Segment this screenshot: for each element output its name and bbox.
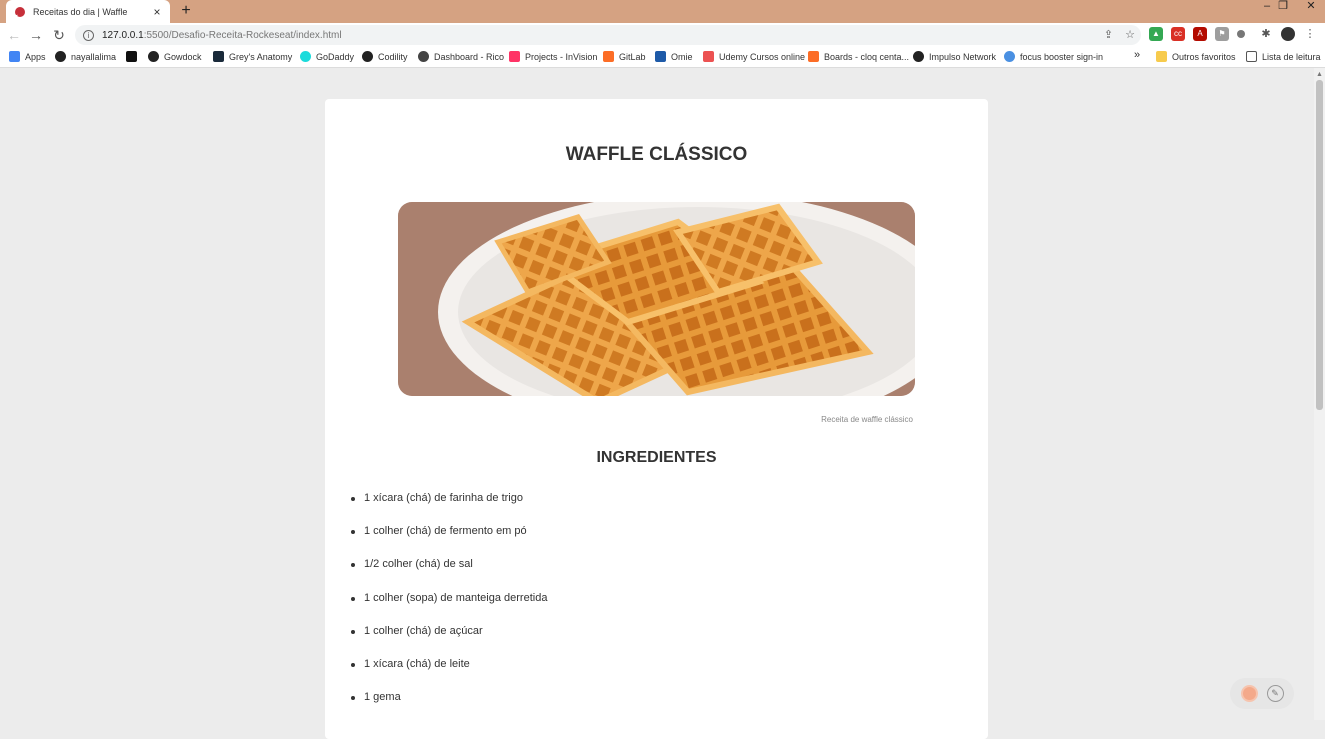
invision-icon	[509, 51, 520, 62]
udemy-icon	[703, 51, 714, 62]
bookmarks-overflow-button[interactable]: »	[1134, 49, 1140, 61]
ingredients-list: 1 xícara (chá) de farinha de trigo 1 col…	[351, 492, 547, 724]
bookmark-udemy[interactable]: Udemy Cursos online	[703, 51, 805, 62]
share-icon[interactable]: ⇪	[1104, 28, 1113, 41]
extension-dot-icon[interactable]	[1237, 30, 1245, 38]
bullet-icon	[351, 696, 355, 701]
godaddy-icon	[300, 51, 311, 62]
page-viewport: WAFFLE CLÁSSICO Receita de waffle clássi…	[0, 68, 1325, 739]
bookmark-omie[interactable]: Omie	[655, 51, 693, 62]
bookmark-godaddy[interactable]: GoDaddy	[300, 51, 354, 62]
drive-extension-icon[interactable]: ▲	[1149, 27, 1163, 41]
bullet-icon	[351, 563, 355, 568]
bookmark-boards[interactable]: Boards - cloq centa...	[808, 51, 909, 62]
waffle-illustration	[398, 202, 915, 396]
gitlab-icon	[808, 51, 819, 62]
ingredient-item: 1 colher (sopa) de manteiga derretida	[351, 592, 547, 625]
bookmark-blank[interactable]	[126, 51, 142, 62]
record-dot-icon[interactable]	[1240, 685, 1258, 702]
bookmark-other-folder[interactable]: Outros favoritos	[1156, 51, 1236, 62]
ingredient-item: 1 colher (chá) de açúcar	[351, 625, 547, 658]
github-icon	[55, 51, 66, 62]
maximize-button[interactable]: ❐	[1272, 0, 1294, 23]
profile-avatar[interactable]	[1281, 27, 1295, 41]
bookmark-site-icon	[213, 51, 224, 62]
gitlab-icon	[603, 51, 614, 62]
url-path: :5500/Desafio-Receita-Rockeseat/index.ht…	[143, 29, 342, 41]
bookmark-gowdock[interactable]: Gowdock	[148, 51, 202, 62]
extension-red-icon[interactable]: cc	[1171, 27, 1185, 41]
menu-kebab-icon[interactable]: ⋮	[1303, 27, 1317, 41]
bookmark-dashboard-rico[interactable]: Dashboard - Rico	[418, 51, 504, 62]
reading-list-icon	[1246, 51, 1257, 62]
bullet-icon	[351, 662, 355, 667]
reading-list-button[interactable]: Lista de leitura	[1246, 51, 1321, 62]
bookmark-codility[interactable]: Codility	[362, 51, 408, 62]
omie-icon	[655, 51, 666, 62]
star-icon[interactable]: ☆	[1125, 28, 1135, 41]
apps-grid-icon	[9, 51, 20, 62]
info-icon[interactable]: i	[83, 29, 94, 41]
window-close-button[interactable]: ✕	[1297, 0, 1325, 23]
bookmark-focus-booster[interactable]: focus booster sign-in	[1004, 51, 1103, 62]
recipe-card: WAFFLE CLÁSSICO Receita de waffle clássi…	[325, 99, 988, 739]
waffle-image	[398, 202, 915, 396]
bookmark-invision[interactable]: Projects - InVision	[509, 51, 597, 62]
pencil-icon[interactable]: ✎	[1266, 685, 1284, 702]
rico-icon	[418, 51, 429, 62]
ingredient-item: 1 xícara (chá) de farinha de trigo	[351, 492, 547, 525]
bookmark-gitlab[interactable]: GitLab	[603, 51, 646, 62]
back-arrow-icon[interactable]: ←	[4, 25, 24, 45]
browser-title-bar: Receitas do dia | Waffle × + – ❐ ✕	[0, 0, 1325, 23]
browser-toolbar: ← → ↻ i 127.0.0.1 :5500/Desafio-Receita-…	[0, 23, 1325, 47]
bullet-icon	[351, 596, 355, 601]
address-bar[interactable]: i 127.0.0.1 :5500/Desafio-Receita-Rockes…	[75, 25, 1141, 45]
ingredient-item: 1 colher (chá) de fermento em pó	[351, 525, 547, 558]
folder-icon	[1156, 51, 1167, 62]
page-scrollbar[interactable]: ▲	[1314, 68, 1325, 720]
impulso-icon	[913, 51, 924, 62]
ingredient-item: 1 xícara (chá) de leite	[351, 658, 547, 691]
bookmark-dark-icon	[126, 51, 137, 62]
ingredient-item: 1/2 colher (chá) de sal	[351, 558, 547, 591]
puzzle-extensions-icon[interactable]: ✱	[1259, 27, 1273, 41]
bullet-icon	[351, 497, 355, 501]
forward-arrow-icon[interactable]: →	[26, 25, 46, 45]
codility-icon	[362, 51, 373, 62]
reload-icon[interactable]: ↻	[49, 25, 69, 45]
tab-title: Receitas do dia | Waffle	[33, 6, 128, 17]
browser-tab[interactable]: Receitas do dia | Waffle ×	[6, 0, 170, 23]
bookmarks-bar: Apps nayallalima Gowdock Grey's Anatomy …	[0, 47, 1325, 68]
scroll-thumb[interactable]	[1316, 80, 1323, 410]
bullet-icon	[351, 530, 355, 535]
floating-widget: ✎	[1230, 678, 1294, 709]
pdf-extension-icon[interactable]: A	[1193, 27, 1207, 41]
ingredient-item: 1 gema	[351, 691, 547, 724]
bookmark-greys-anatomy[interactable]: Grey's Anatomy	[213, 51, 292, 62]
flag-extension-icon[interactable]: ⚑	[1215, 27, 1229, 41]
url-host: 127.0.0.1	[102, 29, 144, 41]
scroll-up-arrow-icon[interactable]: ▲	[1316, 71, 1323, 78]
focus-booster-icon	[1004, 51, 1015, 62]
github-icon	[148, 51, 159, 62]
recipe-title: WAFFLE CLÁSSICO	[565, 144, 748, 165]
ingredients-title: INGREDIENTES	[596, 449, 717, 466]
bullet-icon	[351, 629, 355, 634]
bookmark-impulso[interactable]: Impulso Network	[913, 51, 996, 62]
new-tab-button[interactable]: +	[178, 2, 194, 20]
bookmark-apps[interactable]: Apps	[9, 51, 46, 62]
bookmark-nayallalima[interactable]: nayallalima	[55, 51, 116, 62]
image-caption: Receita de waffle clássico	[821, 415, 913, 424]
tab-close-button[interactable]: ×	[150, 5, 164, 19]
